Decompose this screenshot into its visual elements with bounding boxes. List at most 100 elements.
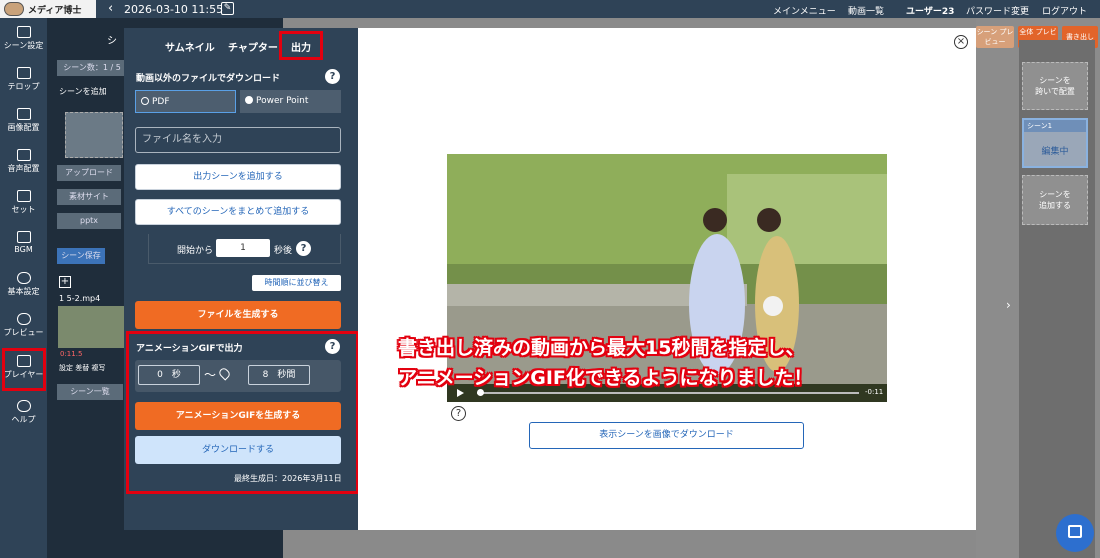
gif-end-value: 8 [262, 370, 269, 380]
pptx-button[interactable]: pptx [57, 213, 121, 229]
sidebar-item-basic-settings[interactable]: 基本設定 [0, 268, 47, 306]
music-note-icon [16, 231, 31, 243]
plus-icon[interactable]: + [59, 276, 71, 288]
feature-annotation: 書き出し済みの動画から最大15秒間を指定し、 アニメーションGIF化できるように… [398, 333, 813, 393]
radio-icon [245, 96, 253, 104]
chat-icon [16, 67, 31, 79]
output-modal-sidebar: サムネイル チャプター 出力 動画以外のファイルでダウンロード ? PDF Po… [124, 28, 359, 530]
scene-count: シーン数：1 / 5 [57, 60, 127, 76]
generate-gif-button[interactable]: アニメーションGIFを生成する [135, 402, 341, 430]
back-chevron-icon[interactable]: ‹ [108, 1, 113, 16]
nav-main-menu[interactable]: メインメニュー [773, 4, 836, 17]
app-logo[interactable]: メディア博士 [0, 0, 96, 18]
nav-logout[interactable]: ログアウト [1042, 4, 1087, 17]
sidebar-item-bgm[interactable]: BGM [0, 227, 47, 265]
set-icon [16, 190, 31, 202]
output-tab-highlight [279, 31, 323, 60]
sidebar-label: プレビュー [3, 328, 44, 337]
help-icon [16, 400, 31, 412]
edit-icon[interactable]: ✎ [221, 2, 234, 15]
left-sidebar: シーン設定 テロップ 画像配置 音声配置 セット BGM 基本設定 プレビュー … [0, 18, 47, 558]
logo-mascot-icon [4, 2, 24, 16]
help-icon[interactable]: ? [325, 339, 340, 354]
add-all-scenes-button[interactable]: すべてのシーンをまとめて追加する [135, 199, 341, 225]
sidebar-item-help[interactable]: ヘルプ [0, 396, 47, 434]
sidebar-label: セット [11, 205, 36, 214]
help-icon[interactable]: ? [325, 69, 340, 84]
sidebar-label: ヘルプ [11, 415, 36, 424]
sidebar-item-preview[interactable]: プレビュー [0, 309, 47, 347]
radio-icon [141, 97, 149, 105]
move-scene-card[interactable]: シーンを 跨いで配置 [1022, 62, 1088, 110]
drop-zone[interactable] [65, 112, 123, 158]
scene-card-1[interactable]: シーン1 編集中 [1022, 118, 1088, 168]
sidebar-item-telop[interactable]: テロップ [0, 63, 47, 101]
gif-start-unit: 秒 [171, 370, 181, 380]
material-site-button[interactable]: 素材サイト [57, 189, 121, 205]
gif-start-value: 0 [157, 370, 163, 380]
file-name: 1 5-2.mp4 [59, 294, 101, 303]
download-section-title: 動画以外のファイルでダウンロード [136, 74, 281, 84]
gif-duration-input[interactable]: 8 秒間 [248, 365, 310, 385]
scene-save-button[interactable]: シーン保存 [57, 248, 105, 264]
radio-powerpoint[interactable]: Power Point [240, 90, 341, 113]
download-button[interactable]: ダウンロードする [135, 436, 341, 464]
scene-tab[interactable]: シ [107, 32, 117, 47]
thumb-time: 0:11.5 [60, 350, 83, 358]
help-icon[interactable]: ? [451, 406, 466, 421]
upload-button[interactable]: アップロード [57, 165, 121, 181]
scene-preview-button[interactable]: シーン プレビュー [976, 26, 1014, 48]
seconds-after-label: 秒後 [274, 246, 293, 256]
logo-text: メディア博士 [28, 6, 82, 16]
sidebar-label: 画像配置 [7, 123, 40, 132]
start-seconds-input[interactable]: 1 [216, 239, 270, 257]
generate-file-button[interactable]: ファイルを生成する [135, 301, 341, 329]
radio-powerpoint-label: Power Point [256, 96, 309, 106]
sidebar-item-image[interactable]: 画像配置 [0, 104, 47, 142]
annotation-line-2: アニメーションGIF化できるようになりました！ [398, 367, 813, 389]
tab-thumbnail[interactable]: サムネイル [165, 39, 215, 54]
sidebar-label: テロップ [7, 82, 40, 91]
last-generated-date: 最終生成日：2026年3月11日 [234, 474, 342, 483]
gif-section-title: アニメーションGIFで出力 [136, 344, 243, 354]
range-tilde: 〜 [204, 368, 217, 382]
scene-list-button[interactable]: シーン一覧 [57, 384, 123, 400]
image-icon [16, 26, 31, 38]
sidebar-label: 音声配置 [7, 164, 40, 173]
picture-icon [16, 108, 31, 120]
sidebar-label: シーン設定 [3, 41, 44, 50]
add-output-scene-button[interactable]: 出力シーンを追加する [135, 164, 341, 190]
sidebar-item-scene-settings[interactable]: シーン設定 [0, 22, 47, 60]
sidebar-label: BGM [14, 245, 33, 254]
nav-user[interactable]: ユーザー23 [906, 4, 954, 17]
add-scene-label[interactable]: シーンを追加 [59, 86, 107, 97]
add-scene-card[interactable]: シーンを 追加する [1022, 175, 1088, 225]
gear-icon [16, 272, 31, 284]
download-scene-image-button[interactable]: 表示シーンを画像でダウンロード [529, 422, 804, 449]
start-from-label: 開始から [177, 246, 214, 256]
nav-videos[interactable]: 動画一覧 [848, 4, 884, 17]
speaker-icon [16, 149, 31, 161]
gif-start-input[interactable]: 0 秒 [138, 365, 200, 385]
chevron-right-icon[interactable]: › [1006, 298, 1011, 312]
scene-card-status: 編集中 [1041, 147, 1069, 157]
help-icon[interactable]: ? [296, 241, 311, 256]
filename-input[interactable]: ファイル名を入力 [135, 127, 341, 153]
tab-chapter[interactable]: チャプター [228, 39, 278, 54]
radio-pdf-label: PDF [152, 97, 170, 107]
top-bar: メディア博士 ‹ 2026-03-10 11:55 ✎ メインメニュー 動画一覧… [0, 0, 1100, 18]
scene-thumbnail[interactable] [58, 306, 124, 348]
sort-by-time-button[interactable]: 時間順に並び替え [252, 275, 341, 291]
scene-card-header: シーン1 [1024, 120, 1086, 132]
nav-password[interactable]: パスワード変更 [966, 4, 1029, 17]
sidebar-item-audio[interactable]: 音声配置 [0, 145, 47, 183]
close-icon[interactable]: × [954, 35, 968, 49]
chat-button[interactable] [1056, 514, 1094, 552]
radio-pdf[interactable]: PDF [135, 90, 236, 113]
play-circle-icon [16, 313, 31, 325]
sidebar-item-set[interactable]: セット [0, 186, 47, 224]
gif-end-unit: 秒間 [277, 370, 296, 380]
thumb-actions[interactable]: 設定 差替 複写 [59, 363, 105, 373]
chat-icon [1068, 525, 1082, 538]
video-time: -0:11 [865, 388, 884, 396]
